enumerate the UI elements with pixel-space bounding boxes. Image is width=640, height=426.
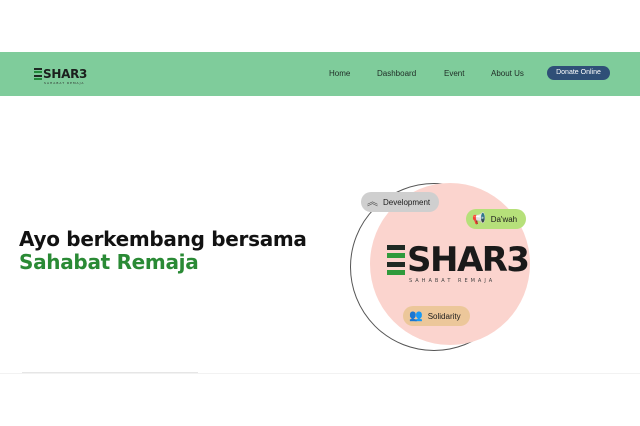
people-group-icon: 👥 (409, 309, 423, 322)
pill-label: Development (383, 197, 431, 207)
double-chevron-up-icon: ︽ (367, 195, 378, 208)
navbar: SHAR3 SAHABAT REMAJA Home Dashboard Even… (0, 52, 640, 96)
hero-title-line2: Sahabat Remaja (19, 250, 199, 274)
nav-home[interactable]: Home (329, 69, 350, 78)
pill-solidarity: 👥 Solidarity (403, 306, 470, 326)
illustration-logo-subtext: SAHABAT REMAJA (409, 278, 496, 284)
illustration-logo-text: SHAR3 (407, 240, 530, 280)
logo-text: SHAR3 (43, 67, 88, 81)
nav-event[interactable]: Event (444, 69, 464, 78)
megaphone-icon: 📢 (472, 212, 486, 225)
logo-subtext: SAHABAT REMAJA (44, 81, 85, 85)
hero-title-line1: Ayo berkembang bersama (19, 227, 307, 251)
illustration-logo: SHAR3 (387, 240, 530, 280)
nav-about-us[interactable]: About Us (491, 69, 524, 78)
page: SHAR3 SAHABAT REMAJA Home Dashboard Even… (0, 0, 640, 426)
site-logo[interactable]: SHAR3 SAHABAT REMAJA (34, 64, 88, 85)
pill-dawah: 📢 Da'wah (466, 209, 527, 229)
nav-dashboard[interactable]: Dashboard (377, 69, 416, 78)
pill-label: Solidarity (427, 311, 461, 321)
section-divider (0, 373, 640, 374)
hero-title: Ayo berkembang bersama Sahabat Remaja (19, 228, 307, 274)
pill-label: Da'wah (490, 214, 518, 224)
hero-illustration: SHAR3 SAHABAT REMAJA ︽ Development 📢 Da'… (340, 178, 560, 358)
logo-bars-icon (387, 245, 405, 275)
logo-bars-icon (34, 68, 42, 80)
pill-development: ︽ Development (361, 192, 440, 212)
donate-online-button[interactable]: Donate Online (547, 66, 610, 80)
